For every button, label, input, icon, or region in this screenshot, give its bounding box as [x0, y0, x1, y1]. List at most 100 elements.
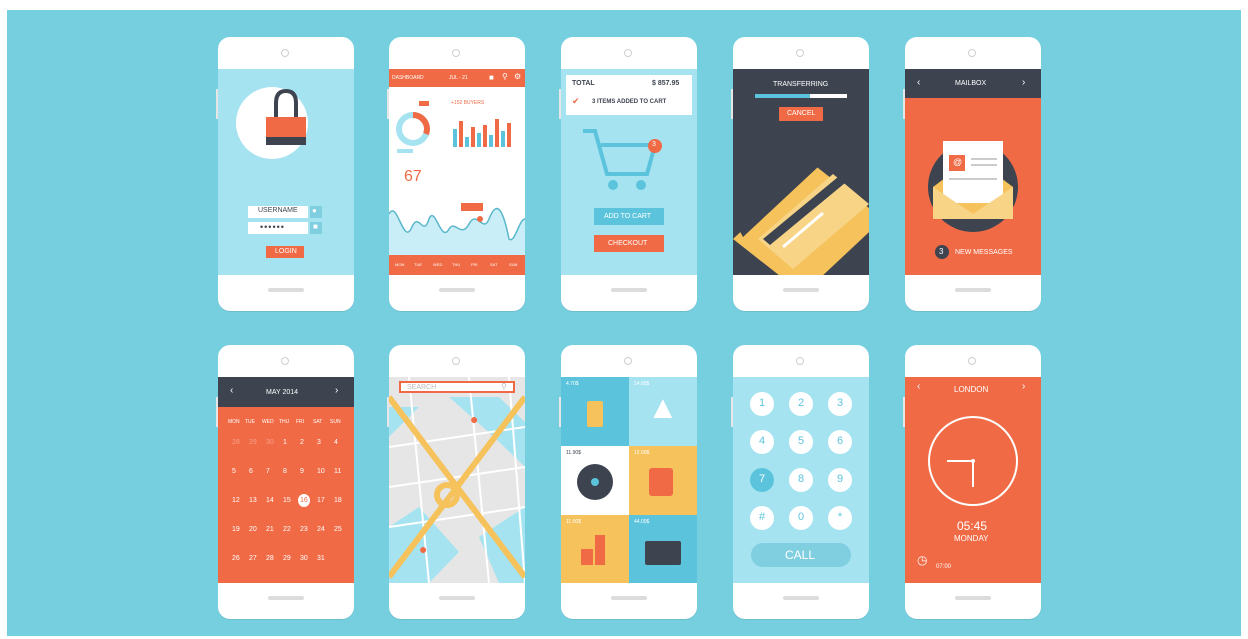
calendar-day[interactable]: 16	[298, 494, 310, 507]
calendar-day[interactable]: 23	[300, 526, 308, 533]
dial-key[interactable]: *	[828, 506, 852, 530]
camera	[624, 49, 632, 57]
calendar-day[interactable]: 21	[266, 526, 274, 533]
home-button[interactable]	[439, 288, 475, 292]
map-pin-icon[interactable]: ●	[419, 541, 427, 557]
calendar-day[interactable]: 30	[266, 439, 274, 446]
dial-key[interactable]: 8	[789, 468, 813, 492]
dial-key-label: *	[837, 511, 843, 523]
dashboard-bar	[495, 119, 499, 147]
chevron-right-icon[interactable]: ›	[335, 385, 338, 396]
calendar-day[interactable]: 6	[249, 468, 253, 475]
calendar-day[interactable]: 30	[300, 555, 308, 562]
map-pin-icon[interactable]: ●	[470, 411, 478, 427]
product-tile[interactable]: 4.70$	[561, 377, 629, 446]
calendar-day[interactable]: 28	[232, 439, 240, 446]
camera	[796, 49, 804, 57]
product-tile[interactable]: 12.00$	[629, 446, 697, 515]
shop-screen: 4.70$ 14.80$ ▲ 11.90$ 12.00$ 11.00$ 44.0…	[561, 377, 697, 583]
calendar-day[interactable]: 10	[317, 468, 325, 475]
product-tile[interactable]: 11.90$	[561, 446, 629, 515]
calendar-day[interactable]: 7	[266, 468, 270, 475]
chevron-left-icon[interactable]: ‹	[230, 385, 233, 396]
camera	[281, 357, 289, 365]
camera	[796, 357, 804, 365]
alarm-icon[interactable]: ◷	[917, 553, 927, 567]
calendar-day[interactable]: 9	[300, 468, 304, 475]
user-icon: ●	[310, 206, 322, 218]
weekday-label: MON	[228, 419, 240, 425]
transfer-screen: TRANSFERRING CANCEL	[733, 69, 869, 275]
calendar-day[interactable]: 18	[334, 497, 342, 504]
calendar-day[interactable]: 1	[283, 439, 287, 446]
calendar-day[interactable]: 12	[232, 497, 240, 504]
calendar-day[interactable]: 2	[300, 439, 304, 446]
username-field[interactable]: USERNAME	[248, 206, 308, 218]
dashboard-bar	[507, 123, 511, 147]
calendar-day[interactable]: 15	[283, 497, 291, 504]
dial-key[interactable]: 7	[750, 468, 774, 492]
calendar-day[interactable]: 27	[249, 555, 257, 562]
dial-key[interactable]: 0	[789, 506, 813, 530]
map-view	[389, 377, 525, 583]
calendar-day[interactable]: 29	[249, 439, 257, 446]
home-button[interactable]	[611, 288, 647, 292]
dial-key[interactable]: 2	[789, 392, 813, 416]
dial-key[interactable]: 6	[828, 430, 852, 454]
calendar-day[interactable]: 14	[266, 497, 274, 504]
home-button[interactable]	[268, 288, 304, 292]
calendar-day[interactable]: 29	[283, 555, 291, 562]
calendar-day[interactable]: 19	[232, 526, 240, 533]
product-tile[interactable]: 44.00$	[629, 515, 697, 583]
dial-key[interactable]: #	[750, 506, 774, 530]
phone-dialer: 1 2 3 4 5 6 7 8 9 #0 * CALL	[731, 345, 869, 619]
dashboard-bar	[465, 137, 469, 147]
home-button[interactable]	[955, 596, 991, 600]
phone-calendar: ‹ MAY 2014 › MON TUE WED THU FRI SAT SUN 28 29 3…	[216, 345, 354, 619]
home-button[interactable]	[783, 596, 819, 600]
search-icon[interactable]: ⚲	[501, 382, 507, 391]
calendar-day[interactable]: 26	[232, 555, 240, 562]
dial-key[interactable]: 1	[750, 392, 774, 416]
dashboard-bar	[501, 131, 505, 147]
jar-icon	[649, 468, 673, 496]
dial-key[interactable]: 9	[828, 468, 852, 492]
calendar-day[interactable]: 3	[317, 439, 321, 446]
calendar-day[interactable]: 31	[317, 555, 325, 562]
phone-map: SEARCH ⚲ ● ●	[387, 345, 525, 619]
dial-key[interactable]: 4	[750, 430, 774, 454]
calendar-day[interactable]: 8	[283, 468, 287, 475]
product-tile[interactable]: 11.00$	[561, 515, 629, 583]
calendar-day[interactable]: 24	[317, 526, 325, 533]
checkout-button[interactable]: CHECKOUT	[594, 235, 664, 252]
calendar-day[interactable]: 20	[249, 526, 257, 533]
login-button[interactable]: LOGIN	[266, 246, 304, 258]
password-field[interactable]: ••••••	[248, 222, 308, 234]
calendar-day[interactable]: 25	[334, 526, 342, 533]
dialer-screen: 1 2 3 4 5 6 7 8 9 #0 * CALL	[733, 377, 869, 583]
calendar-day[interactable]: 28	[266, 555, 274, 562]
calendar-day[interactable]: 4	[334, 439, 338, 446]
product-tile[interactable]: 14.80$ ▲	[629, 377, 697, 446]
calendar-day[interactable]: 5	[232, 468, 236, 475]
home-button[interactable]	[955, 288, 991, 292]
login-screen: USERNAME ● •••••• ■ LOGIN	[218, 69, 354, 275]
dial-key-label: 4	[758, 435, 766, 447]
home-button[interactable]	[783, 288, 819, 292]
calendar-day[interactable]: 17	[317, 497, 325, 504]
dashboard-bar	[477, 133, 481, 147]
call-button[interactable]: CALL	[751, 543, 851, 567]
home-button[interactable]	[268, 596, 304, 600]
credit-card-icon	[733, 154, 869, 275]
dial-key[interactable]: 5	[789, 430, 813, 454]
calendar-day[interactable]: 22	[283, 526, 291, 533]
calendar-day[interactable]: 13	[249, 497, 257, 504]
home-button[interactable]	[439, 596, 475, 600]
add-to-cart-button[interactable]: ADD TO CART	[594, 208, 664, 225]
map-search-input[interactable]: SEARCH ⚲	[399, 381, 515, 393]
calendar-day[interactable]: 11	[334, 468, 341, 475]
dashboard-bar	[459, 121, 463, 147]
dial-key[interactable]: 3	[828, 392, 852, 416]
dial-key-label: 6	[836, 435, 844, 447]
home-button[interactable]	[611, 596, 647, 600]
